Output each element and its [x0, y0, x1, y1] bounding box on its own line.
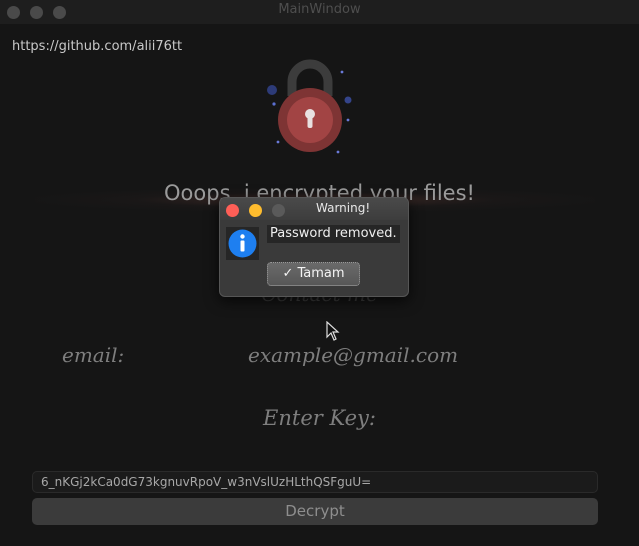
- key-input[interactable]: [32, 471, 598, 493]
- email-value: example@gmail.com: [248, 343, 459, 367]
- dialog-close-button[interactable]: [226, 204, 239, 217]
- dialog-zoom-button[interactable]: [272, 204, 285, 217]
- warning-dialog: Warning! Password removed. ✓ Tamam: [219, 197, 409, 297]
- window-title: MainWindow: [278, 2, 361, 17]
- github-link[interactable]: https://github.com/alii76tt: [12, 39, 182, 54]
- title-bar: MainWindow: [0, 0, 639, 24]
- email-label: email:: [62, 343, 125, 367]
- dialog-minimize-button[interactable]: [249, 204, 262, 217]
- main-window: MainWindow https://github.com/alii76tt O…: [0, 0, 639, 546]
- dialog-title: Warning!: [316, 201, 371, 215]
- dialog-message: Password removed.: [267, 225, 400, 243]
- mouse-cursor-icon: [326, 320, 340, 341]
- info-icon: [226, 227, 259, 260]
- dialog-title-bar: Warning!: [220, 198, 408, 220]
- decrypt-button[interactable]: Decrypt: [32, 498, 598, 525]
- enter-key-label: Enter Key:: [263, 406, 376, 430]
- ok-button[interactable]: ✓ Tamam: [267, 262, 360, 286]
- lock-icon: [262, 58, 358, 158]
